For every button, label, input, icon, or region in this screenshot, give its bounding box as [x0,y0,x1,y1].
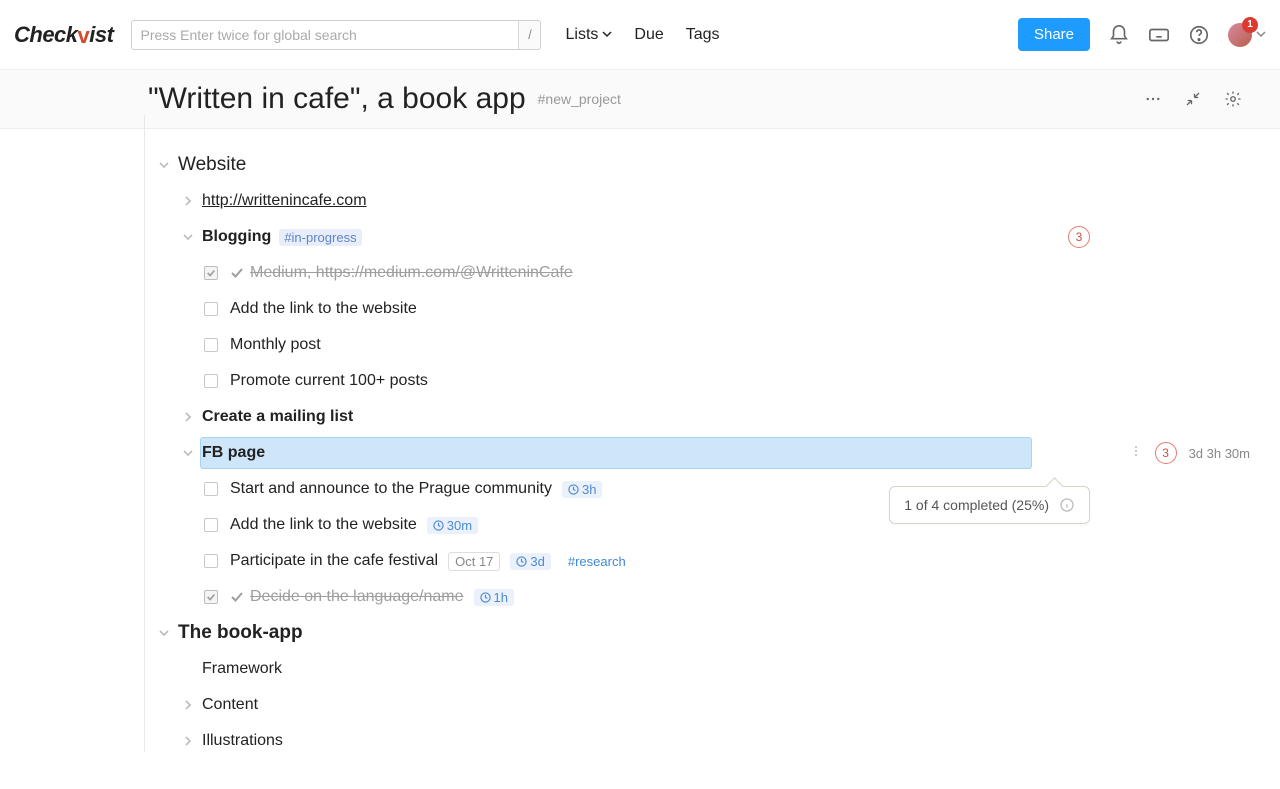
checkbox[interactable] [204,302,218,316]
logo-check-icon: v [78,23,90,49]
search-shortcut-key: / [518,21,540,49]
item-label: Blogging [202,228,271,246]
item-label: Add the link to the website [230,516,417,534]
info-icon[interactable] [1059,497,1075,513]
item-label: The book-app [178,622,303,644]
more-icon[interactable] [1144,90,1162,108]
item-label: Participate in the cafe festival [230,552,438,570]
collapse-icon[interactable] [1184,90,1202,108]
item-label: Add the link to the website [230,300,417,318]
item-label: Promote current 100+ posts [230,372,428,390]
list-item-fb-page[interactable]: FB page 3 3d 3h 30m [0,435,1280,471]
bell-icon[interactable] [1108,24,1130,46]
header-right: Share 1 [1018,18,1266,51]
list-item-addlink1[interactable]: Add the link to the website [0,291,1280,327]
item-label: Illustrations [202,732,283,750]
item-label: Website [178,154,246,176]
effort-badge[interactable]: 30m [427,517,478,534]
nav-lists[interactable]: Lists [565,26,612,44]
done-icon [230,266,244,280]
priority-badge[interactable]: 3 [1155,442,1177,464]
effort-badge[interactable]: 1h [474,589,514,606]
item-label: Monthly post [230,336,321,354]
chevron-down-icon[interactable] [180,229,196,245]
selection-highlight [200,437,1032,469]
logo[interactable]: Checkvist [14,22,113,48]
gear-icon[interactable] [1224,90,1242,108]
item-label: Framework [202,660,282,678]
list-item-blogging[interactable]: Blogging #in-progress 3 [0,219,1280,255]
chevron-down-icon [1256,26,1266,44]
chevron-down-icon[interactable] [156,625,172,641]
list-item-fb-festival[interactable]: Participate in the cafe festival Oct 17 … [0,543,1280,579]
effort-value: 3d [530,554,544,569]
list-item-bookapp[interactable]: The book-app [0,615,1280,651]
help-icon[interactable] [1188,24,1210,46]
list-item-medium[interactable]: Medium, https://medium.com/@WritteninCaf… [0,255,1280,291]
checkbox[interactable] [204,266,218,280]
item-label: Decide on the language/name [250,588,464,606]
app-header: Checkvist / Lists Due Tags Share 1 [0,0,1280,70]
item-label: Create a mailing list [202,408,353,426]
chevron-right-icon[interactable] [180,733,196,749]
page-title: "Written in cafe", a book app [148,82,526,116]
list-item-content[interactable]: Content [0,687,1280,723]
tag-in-progress[interactable]: #in-progress [279,229,361,246]
priority-badge[interactable]: 3 [1068,226,1090,248]
due-date-badge[interactable]: Oct 17 [448,552,500,571]
chevron-down-icon[interactable] [180,445,196,461]
list-item-website[interactable]: Website [0,147,1280,183]
checkbox[interactable] [204,518,218,532]
logo-text-left: Check [14,22,78,48]
top-nav: Lists Due Tags [565,26,719,44]
effort-summary: 3d 3h 30m [1189,446,1250,461]
item-label: FB page [202,444,265,462]
chevron-down-icon [602,26,612,44]
search-wrap: / [131,20,541,50]
notification-badge: 1 [1242,17,1258,33]
checkbox[interactable] [204,554,218,568]
tooltip-text: 1 of 4 completed (25%) [904,497,1049,513]
list-item-illustrations[interactable]: Illustrations [0,723,1280,759]
nav-due[interactable]: Due [634,26,663,44]
nav-lists-label: Lists [565,26,598,44]
effort-badge[interactable]: 3d [510,553,550,570]
chevron-right-icon[interactable] [180,193,196,209]
logo-text-right: ist [89,22,113,48]
list-item-url[interactable]: http://writtenincafe.com [0,183,1280,219]
effort-badge[interactable]: 3h [562,481,602,498]
item-link[interactable]: http://writtenincafe.com [202,192,367,210]
list-item-fb-decide[interactable]: Decide on the language/name 1h [0,579,1280,615]
title-bar: "Written in cafe", a book app #new_proje… [0,70,1280,129]
done-icon [230,590,244,604]
share-button[interactable]: Share [1018,18,1090,51]
item-menu-icon[interactable] [1129,444,1143,463]
list-content: Website http://writtenincafe.com Bloggin… [0,129,1280,789]
list-item-promote[interactable]: Promote current 100+ posts [0,363,1280,399]
list-item-framework[interactable]: Framework [0,651,1280,687]
effort-value: 3h [582,482,596,497]
user-menu[interactable]: 1 [1228,23,1266,47]
item-label: Start and announce to the Prague communi… [230,480,552,498]
chevron-right-icon[interactable] [180,697,196,713]
title-tools [1144,90,1242,108]
page-hashtag[interactable]: #new_project [538,91,621,107]
checkbox[interactable] [204,482,218,496]
item-label: Content [202,696,258,714]
nav-tags[interactable]: Tags [686,26,720,44]
effort-value: 30m [447,518,472,533]
checkbox[interactable] [204,338,218,352]
keyboard-icon[interactable] [1148,24,1170,46]
tag-research[interactable]: #research [563,553,631,570]
chevron-right-icon[interactable] [180,409,196,425]
item-label: Medium, https://medium.com/@WritteninCaf… [250,264,573,282]
chevron-down-icon[interactable] [156,157,172,173]
progress-tooltip: 1 of 4 completed (25%) [889,486,1090,524]
checkbox[interactable] [204,590,218,604]
search-input[interactable] [131,20,541,50]
list-item-monthly[interactable]: Monthly post [0,327,1280,363]
checkbox[interactable] [204,374,218,388]
list-item-mailing[interactable]: Create a mailing list [0,399,1280,435]
effort-value: 1h [494,590,508,605]
